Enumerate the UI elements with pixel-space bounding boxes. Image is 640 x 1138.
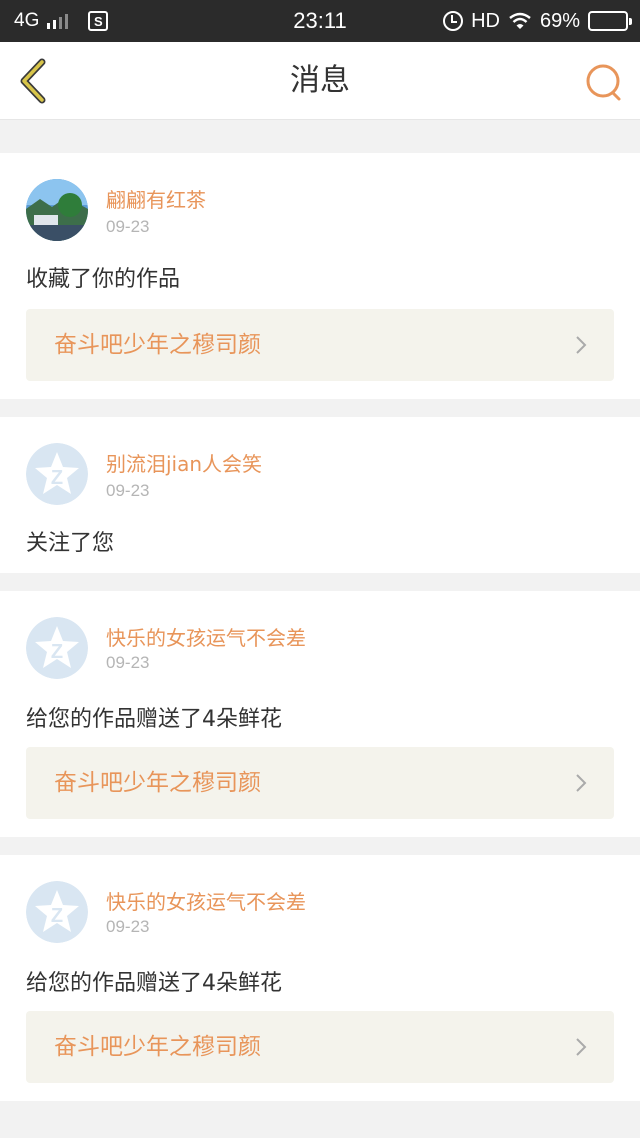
work-title: 奋斗吧少年之穆司颜 xyxy=(54,1034,261,1060)
chevron-right-icon xyxy=(576,774,587,792)
default-avatar[interactable]: Z xyxy=(26,617,88,679)
chevron-right-icon xyxy=(576,1038,587,1056)
battery-icon xyxy=(588,11,632,31)
message-date: 09-23 xyxy=(106,653,150,672)
svg-text:Z: Z xyxy=(51,641,63,663)
nav-bar: 消息 xyxy=(0,42,640,120)
user-name[interactable]: 快乐的女孩运气不会差 xyxy=(106,622,306,651)
message-card[interactable]: Z 别流泪jian人会笑 09-23 关注了您 xyxy=(0,417,640,573)
work-link[interactable]: 奋斗吧少年之穆司颜 xyxy=(26,309,614,381)
avatar[interactable] xyxy=(26,179,88,241)
landscape-photo-icon xyxy=(26,179,88,241)
status-right: HD 69% xyxy=(443,0,632,42)
message-card[interactable]: Z 快乐的女孩运气不会差 09-23 给您的作品赠送了4朵鲜花 奋斗吧少年之穆司… xyxy=(0,855,640,1101)
svg-text:Z: Z xyxy=(51,467,63,489)
message-action: 给您的作品赠送了4朵鲜花 xyxy=(26,707,282,732)
user-name[interactable]: 翩翩有红茶 xyxy=(106,184,206,213)
wifi-icon xyxy=(509,12,531,29)
user-name[interactable]: 别流泪jian人会笑 xyxy=(106,448,262,477)
user-name[interactable]: 快乐的女孩运气不会差 xyxy=(106,886,306,915)
alarm-icon xyxy=(443,11,464,31)
message-date: 09-23 xyxy=(106,217,150,236)
message-action: 关注了您 xyxy=(26,531,115,556)
message-date: 09-23 xyxy=(106,481,150,500)
work-link[interactable]: 奋斗吧少年之穆司颜 xyxy=(26,1011,614,1083)
default-avatar-icon: Z xyxy=(26,443,88,505)
work-title: 奋斗吧少年之穆司颜 xyxy=(54,332,261,358)
message-card[interactable]: 翩翩有红茶 09-23 收藏了你的作品 奋斗吧少年之穆司颜 xyxy=(0,153,640,399)
work-title: 奋斗吧少年之穆司颜 xyxy=(54,770,261,796)
svg-text:Z: Z xyxy=(51,905,63,927)
default-avatar[interactable]: Z xyxy=(26,881,88,943)
hd-label: HD xyxy=(471,9,500,32)
work-link[interactable]: 奋斗吧少年之穆司颜 xyxy=(26,747,614,819)
message-date: 09-23 xyxy=(106,917,150,936)
message-action: 收藏了你的作品 xyxy=(26,267,181,292)
default-avatar-icon: Z xyxy=(26,881,88,943)
message-card[interactable]: Z 快乐的女孩运气不会差 09-23 给您的作品赠送了4朵鲜花 奋斗吧少年之穆司… xyxy=(0,591,640,837)
battery-percent: 69% xyxy=(539,9,580,32)
default-avatar[interactable]: Z xyxy=(26,443,88,505)
page-title: 消息 xyxy=(290,63,350,98)
chevron-right-icon xyxy=(576,336,587,354)
status-bar: 4G S 23:11 HD 69% xyxy=(0,0,640,42)
search-icon[interactable] xyxy=(584,62,624,102)
message-action: 给您的作品赠送了4朵鲜花 xyxy=(26,971,282,996)
default-avatar-icon: Z xyxy=(26,617,88,679)
